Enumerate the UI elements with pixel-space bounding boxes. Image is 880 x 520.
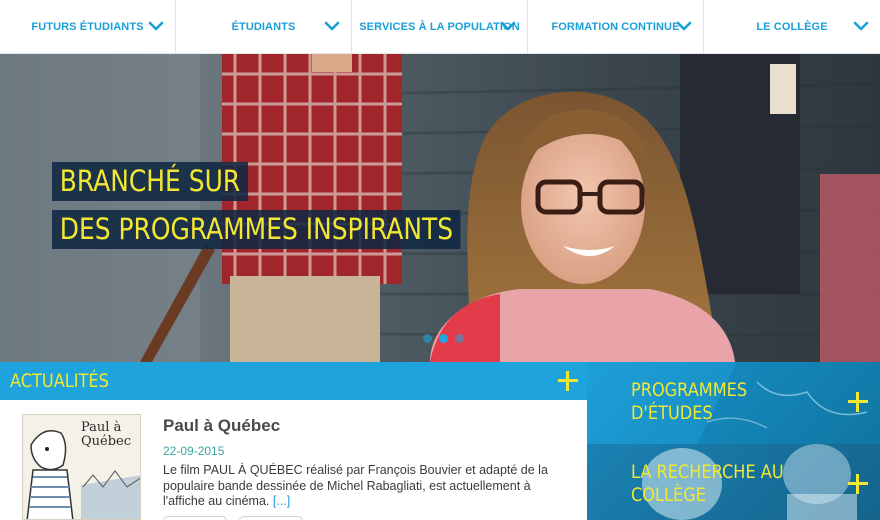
hero-headline-line-2: DES PROGRAMMES INSPIRANTS bbox=[52, 210, 461, 249]
news-header[interactable]: ACTUALITÉS bbox=[0, 362, 587, 400]
hero-headline-line-1: BRANCHÉ SUR bbox=[52, 162, 248, 201]
tile-label-line-1: LA RECHERCHE AU bbox=[631, 461, 784, 483]
nav-label: FORMATION CONTINUE bbox=[551, 21, 680, 33]
nav-label: SERVICES À LA POPULATION bbox=[359, 21, 520, 33]
carousel-dot-active[interactable] bbox=[439, 334, 448, 343]
article-tags bbox=[163, 516, 303, 520]
tag-pill[interactable] bbox=[163, 516, 227, 520]
hero-headline: BRANCHÉ SUR DES PROGRAMMES INSPIRANTS bbox=[52, 162, 527, 249]
article-excerpt-text: Le film PAUL À QUÉBEC réalisé par Franço… bbox=[163, 463, 548, 508]
news-article: Paul à Québec Paul à Québec 22-09-2015 L… bbox=[0, 400, 587, 520]
recherche-college-tile[interactable]: LA RECHERCHE AU COLLÈGE bbox=[587, 444, 880, 520]
tile-label-line-2: D'ÉTUDES bbox=[631, 402, 713, 424]
plus-icon bbox=[848, 474, 868, 494]
thumbnail-title-line-1: Paul à bbox=[81, 420, 122, 435]
article-excerpt: Le film PAUL À QUÉBEC réalisé par Franço… bbox=[163, 463, 563, 510]
tile-label-line-2: COLLÈGE bbox=[631, 484, 706, 506]
nav-item-formation-continue[interactable]: FORMATION CONTINUE bbox=[528, 0, 704, 54]
nav-item-futurs-etudiants[interactable]: FUTURS ÉTUDIANTS bbox=[0, 0, 176, 54]
carousel-dot[interactable] bbox=[423, 334, 432, 343]
nav-item-le-college[interactable]: LE COLLÈGE bbox=[704, 0, 880, 54]
chevron-down-icon bbox=[148, 21, 164, 31]
article-title-link[interactable]: Paul à Québec bbox=[163, 416, 280, 436]
chevron-down-icon bbox=[676, 21, 692, 31]
tag-pill[interactable] bbox=[239, 516, 303, 520]
thumbnail-title: Paul à Québec bbox=[81, 421, 131, 449]
read-more-link[interactable]: [...] bbox=[273, 494, 290, 508]
plus-icon bbox=[848, 392, 868, 412]
plus-icon[interactable] bbox=[558, 371, 578, 391]
tile-label: PROGRAMMES D'ÉTUDES bbox=[631, 379, 747, 425]
tile-label-line-1: PROGRAMMES bbox=[631, 379, 748, 401]
hero-banner[interactable]: BRANCHÉ SUR DES PROGRAMMES INSPIRANTS bbox=[0, 54, 880, 362]
article-date: 22-09-2015 bbox=[163, 444, 225, 458]
chevron-down-icon bbox=[853, 21, 869, 31]
nav-label: LE COLLÈGE bbox=[756, 21, 828, 33]
programmes-etudes-tile[interactable]: PROGRAMMES D'ÉTUDES bbox=[587, 362, 880, 444]
thumbnail-title-line-2: Québec bbox=[81, 434, 132, 449]
tile-label: LA RECHERCHE AU COLLÈGE bbox=[631, 461, 784, 507]
nav-label: ÉTUDIANTS bbox=[231, 21, 296, 33]
chevron-down-icon bbox=[324, 21, 340, 31]
carousel-dot[interactable] bbox=[455, 334, 464, 343]
news-header-title: ACTUALITÉS bbox=[10, 370, 109, 392]
nav-label: FUTURS ÉTUDIANTS bbox=[31, 21, 144, 33]
carousel-indicators bbox=[423, 334, 464, 343]
nav-item-etudiants[interactable]: ÉTUDIANTS bbox=[176, 0, 352, 54]
nav-item-services-population[interactable]: SERVICES À LA POPULATION bbox=[352, 0, 528, 54]
main-navigation: FUTURS ÉTUDIANTS ÉTUDIANTS SERVICES À LA… bbox=[0, 0, 880, 54]
article-thumbnail[interactable]: Paul à Québec bbox=[22, 414, 141, 520]
chevron-down-icon bbox=[500, 21, 516, 31]
